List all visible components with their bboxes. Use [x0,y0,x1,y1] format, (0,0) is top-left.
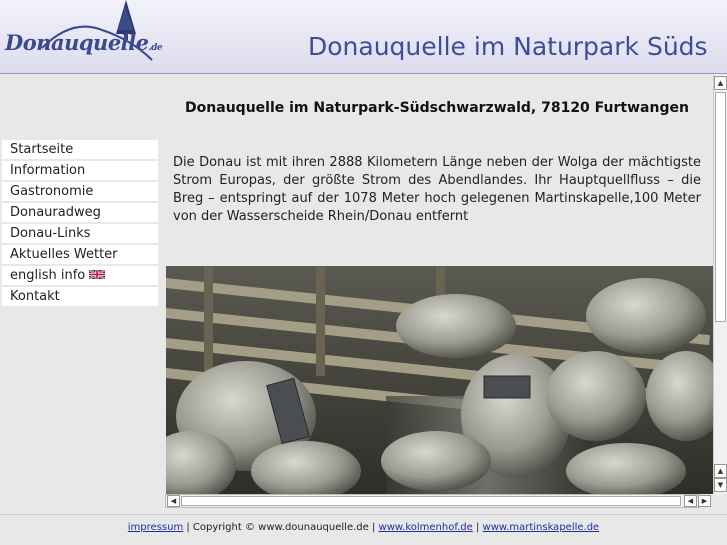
nav-item-kontakt[interactable]: Kontakt [2,287,158,306]
footer-divider [0,514,727,515]
logo-text: Donauquelle.de [5,30,163,55]
intro-paragraph: Die Donau ist mit ihren 2888 Kilometern … [173,155,701,224]
horizontal-scroll-thumb[interactable] [181,496,681,506]
nav-label: english info [10,268,86,283]
nav-item-information[interactable]: Information [2,161,158,180]
kolmenhof-link[interactable]: www.kolmenhof.de [379,522,473,533]
footer-separator: | [472,522,483,533]
main-frame: Donauquelle im Naturpark-Südschwarzwald,… [0,74,713,494]
horizontal-scrollbar[interactable]: ◀ [165,494,700,508]
scroll-up-button-lower[interactable]: ▲ [714,464,727,478]
nav-item-startseite[interactable]: Startseite [2,140,158,159]
copyright-text: | Copyright © www.dounauquelle.de | [183,522,379,533]
scroll-down-button[interactable]: ▼ [714,478,727,492]
nav-label: Information [10,163,86,178]
vertical-scrollbar[interactable]: ▲ ▲ ▼ [713,74,727,494]
nav-item-english-info[interactable]: english info [2,266,158,285]
page-title: Donauquelle im Naturpark-Südschwarzwald,… [185,100,689,116]
horizontal-scroll-end-buttons: ◀ ▶ [684,495,711,507]
nav-item-gastronomie[interactable]: Gastronomie [2,182,158,201]
nav-item-donau-links[interactable]: Donau-Links [2,224,158,243]
scroll-up-button[interactable]: ▲ [714,76,727,90]
header-title: Donauquelle im Naturpark Süds [308,32,708,61]
danube-source-photo [166,266,713,494]
nav-label: Donau-Links [10,226,91,241]
site-logo[interactable]: Donauquelle.de [2,0,172,72]
header-banner: Donauquelle.de Donauquelle im Naturpark … [0,0,727,74]
scroll-left-button-end[interactable]: ◀ [684,495,697,507]
martinskapelle-link[interactable]: www.martinskapelle.de [483,522,600,533]
nav-label: Startseite [10,142,74,157]
nav-item-wetter[interactable]: Aktuelles Wetter [2,245,158,264]
nav-label: Kontakt [10,289,60,304]
sidebar-nav: Startseite Information Gastronomie Donau… [2,140,158,308]
scroll-right-button[interactable]: ▶ [698,495,711,507]
scroll-left-button[interactable]: ◀ [167,495,180,507]
nav-label: Aktuelles Wetter [10,247,118,262]
footer: impressum | Copyright © www.dounauquelle… [0,522,727,533]
impressum-link[interactable]: impressum [128,522,183,533]
vertical-scroll-thumb[interactable] [715,92,726,322]
nav-item-donauradweg[interactable]: Donauradweg [2,203,158,222]
photo-image [166,266,713,494]
nav-label: Donauradweg [10,205,101,220]
nav-label: Gastronomie [10,184,94,199]
uk-flag-icon [89,270,106,279]
